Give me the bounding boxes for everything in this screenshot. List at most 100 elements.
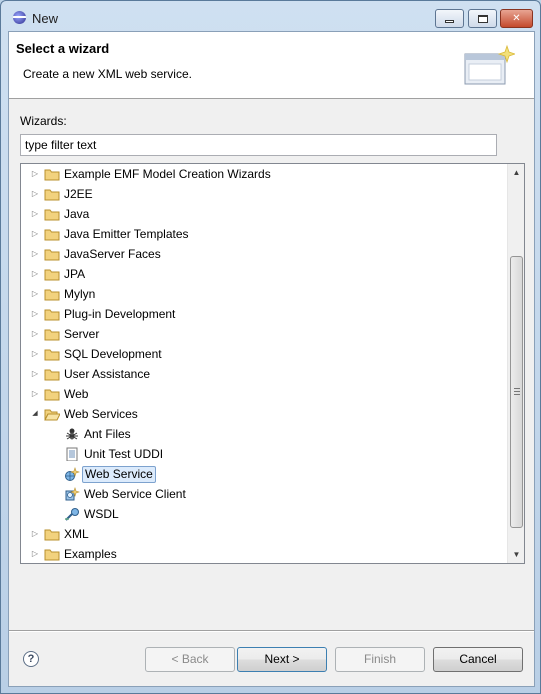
dialog-window: New ✕ Select a wizard Create a new XML w… (0, 0, 541, 694)
tree-item[interactable]: ▷ JavaServer Faces (21, 244, 507, 264)
web-service-icon (65, 467, 80, 481)
tree-item[interactable]: ▷ Server (21, 324, 507, 344)
wizard-header: Select a wizard Create a new XML web ser… (9, 32, 534, 99)
folder-icon (44, 269, 60, 281)
expand-arrow-icon[interactable]: ▷ (30, 269, 40, 279)
tree-item[interactable]: Unit Test UDDI (21, 444, 507, 464)
tree-item-label: JPA (64, 267, 86, 281)
eclipse-icon (13, 11, 26, 24)
tree-item[interactable]: Web Service (21, 464, 507, 484)
maximize-icon (477, 14, 488, 23)
tree-item[interactable]: ▷ J2EE (21, 184, 507, 204)
dialog-client-area: Select a wizard Create a new XML web ser… (8, 31, 535, 687)
tree-item[interactable]: Web Service Client (21, 484, 507, 504)
tree-item[interactable]: ▷ User Assistance (21, 364, 507, 384)
tree-item[interactable]: ▷ SQL Development (21, 344, 507, 364)
title-bar[interactable]: New ✕ (1, 1, 540, 31)
tree-item[interactable]: WSDL (21, 504, 507, 524)
tree-item-label: SQL Development (64, 347, 162, 361)
expand-arrow-icon[interactable]: ▷ (30, 529, 40, 539)
tree-item-label: JavaServer Faces (64, 247, 161, 261)
tree-item-label: User Assistance (64, 367, 151, 381)
minimize-button[interactable] (435, 9, 464, 28)
wsdl-icon (65, 508, 79, 521)
tree-item[interactable]: ▷ Plug-in Development (21, 304, 507, 324)
new-wizard-banner-icon (464, 44, 515, 85)
tree-item[interactable]: ▷ Java Emitter Templates (21, 224, 507, 244)
expand-arrow-icon[interactable]: ▷ (30, 229, 40, 239)
tree-item-label: Web Service Client (84, 487, 186, 501)
expand-arrow-icon[interactable]: ▷ (30, 289, 40, 299)
scroll-grip-icon (514, 388, 520, 395)
folder-icon (44, 169, 60, 181)
tree-item-label: Java Emitter Templates (64, 227, 189, 241)
page-title: Select a wizard (16, 41, 110, 56)
wizards-label: Wizards: (20, 114, 67, 128)
scroll-down-arrow-icon[interactable]: ▼ (508, 546, 524, 563)
tree-item-label: Unit Test UDDI (84, 447, 164, 461)
maximize-button[interactable] (468, 9, 497, 28)
tree-item-label: XML (64, 527, 89, 541)
expand-arrow-icon[interactable]: ▷ (30, 389, 40, 399)
expand-arrow-icon[interactable]: ▷ (30, 349, 40, 359)
tree-item[interactable]: ▷ Examples (21, 544, 507, 563)
folder-icon (44, 369, 60, 381)
open-folder-icon (44, 409, 60, 421)
folder-icon (44, 349, 60, 361)
button-bar-separator (9, 630, 534, 632)
expand-arrow-icon[interactable]: ▷ (30, 189, 40, 199)
scroll-thumb[interactable] (510, 256, 523, 528)
minimize-icon (445, 20, 454, 23)
next-button[interactable]: Next > (237, 647, 327, 672)
finish-button[interactable]: Finish (335, 647, 425, 672)
tree-item-label: Java (64, 207, 90, 221)
tree-item-label: Mylyn (64, 287, 96, 301)
tree-item-label: Web Services (64, 407, 138, 421)
scroll-up-arrow-icon[interactable]: ▲ (508, 164, 524, 181)
tree-item[interactable]: ▷ Web (21, 384, 507, 404)
document-icon (66, 447, 78, 461)
tree-item[interactable]: ▷ XML (21, 524, 507, 544)
folder-icon (44, 329, 60, 341)
folder-icon (44, 189, 60, 201)
tree-item[interactable]: Ant Files (21, 424, 507, 444)
expand-arrow-icon[interactable]: ▷ (30, 309, 40, 319)
wizard-tree[interactable]: ▷ Examples ▷ XML WSDL Web Service Client Web S… (20, 163, 525, 564)
tree-item-label: Web Service (82, 466, 156, 483)
collapse-arrow-icon[interactable]: ◢ (30, 409, 40, 419)
tree-item-label: J2EE (64, 187, 93, 201)
tree-item-label: Ant Files (84, 427, 131, 441)
folder-icon (44, 529, 60, 541)
expand-arrow-icon[interactable]: ▷ (30, 249, 40, 259)
folder-icon (44, 549, 60, 561)
tree-item-label: Examples (64, 547, 117, 561)
web-service-client-icon (65, 487, 80, 501)
help-button[interactable]: ? (23, 651, 39, 667)
close-button[interactable]: ✕ (500, 9, 533, 28)
folder-icon (44, 209, 60, 221)
tree-item[interactable]: ▷ Example EMF Model Creation Wizards (21, 164, 507, 184)
cancel-button[interactable]: Cancel (433, 647, 523, 672)
expand-arrow-icon[interactable]: ▷ (30, 549, 40, 559)
tree-item-label: Plug-in Development (64, 307, 176, 321)
page-description: Create a new XML web service. (23, 67, 192, 81)
tree-item-label: Example EMF Model Creation Wizards (64, 167, 271, 181)
back-button[interactable]: < Back (145, 647, 235, 672)
window-title: New (32, 11, 59, 26)
tree-item[interactable]: ▷ Java (21, 204, 507, 224)
folder-icon (44, 309, 60, 321)
tree-item-label: Web (64, 387, 89, 401)
filter-input[interactable] (20, 134, 497, 156)
expand-arrow-icon[interactable]: ▷ (30, 209, 40, 219)
tree-item[interactable]: ▷ JPA (21, 264, 507, 284)
expand-arrow-icon[interactable]: ▷ (30, 369, 40, 379)
close-icon: ✕ (512, 13, 521, 24)
tree-item[interactable]: ◢ Web Services (21, 404, 507, 424)
vertical-scrollbar[interactable]: ▲ ▼ (507, 164, 524, 563)
folder-icon (44, 289, 60, 301)
tree-item-label: Server (64, 327, 100, 341)
folder-icon (44, 249, 60, 261)
expand-arrow-icon[interactable]: ▷ (30, 169, 40, 179)
tree-item[interactable]: ▷ Mylyn (21, 284, 507, 304)
expand-arrow-icon[interactable]: ▷ (30, 329, 40, 339)
